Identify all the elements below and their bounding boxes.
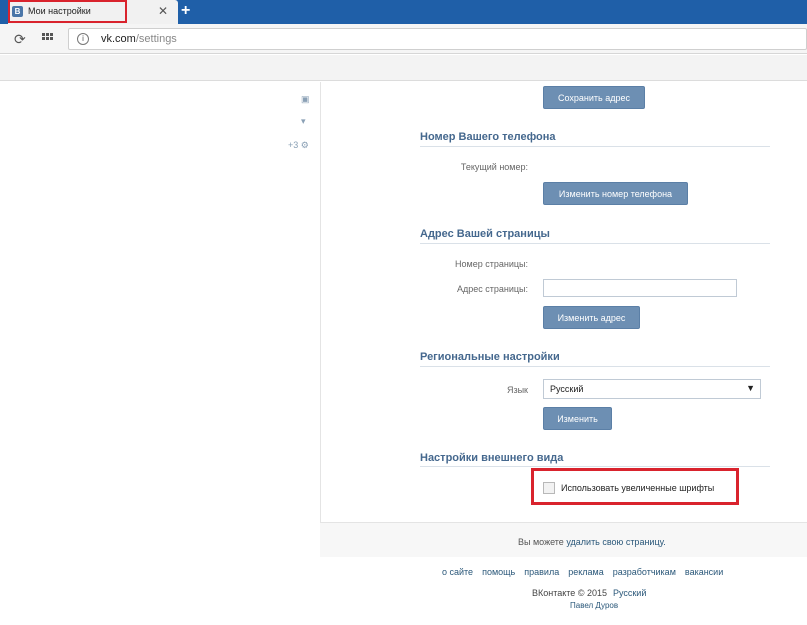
page-address-label: Адрес страницы:: [456, 284, 528, 294]
divider: [420, 243, 770, 244]
change-phone-button[interactable]: Изменить номер телефона: [543, 182, 688, 205]
phone-section-title: Номер Вашего телефона: [420, 131, 556, 143]
browser-tab-bar: В Мои настройки ✕ +: [0, 0, 807, 24]
copyright: ВКонтакте © 2015 Русский: [532, 588, 646, 598]
footer-link-developers[interactable]: разработчикам: [613, 567, 676, 577]
page-header-area: [0, 55, 807, 81]
footer-author-link[interactable]: Павел Дуров: [570, 601, 618, 610]
browser-toolbar: ⟳ i vk.com/settings: [0, 24, 807, 54]
language-label: Язык: [506, 385, 528, 395]
change-language-button[interactable]: Изменить: [543, 407, 612, 430]
regional-section-title: Региональные настройки: [420, 351, 560, 363]
copyright-text: ВКонтакте © 2015: [532, 588, 607, 598]
page-address-section-title: Адрес Вашей страницы: [420, 228, 550, 240]
footer-link-jobs[interactable]: вакансии: [685, 567, 723, 577]
footer-link-ads[interactable]: реклама: [568, 567, 604, 577]
settings-counter[interactable]: +3 ⚙: [288, 140, 309, 151]
settings-gear-icon: ⚙: [300, 140, 309, 150]
current-number-label: Текущий номер:: [460, 162, 528, 172]
close-tab-icon[interactable]: ✕: [158, 4, 168, 18]
new-tab-icon[interactable]: +: [181, 2, 190, 20]
url-host: vk.com: [101, 33, 136, 45]
tab-highlight-frame: [8, 0, 127, 23]
footer-language-link[interactable]: Русский: [613, 588, 646, 598]
divider: [420, 466, 770, 467]
url-text: vk.com/settings: [101, 33, 177, 45]
large-fonts-label[interactable]: Использовать увеличенные шрифты: [561, 483, 714, 493]
large-fonts-checkbox[interactable]: [543, 482, 555, 494]
delete-prefix: Вы можете: [518, 537, 567, 547]
save-address-button[interactable]: Сохранить адрес: [543, 86, 645, 109]
change-address-button[interactable]: Изменить адрес: [543, 306, 640, 329]
dropdown-arrow-icon: ▼: [746, 383, 755, 393]
url-path: /settings: [135, 33, 177, 45]
delete-page-text: Вы можете удалить свою страницу.: [518, 537, 666, 547]
site-info-icon[interactable]: i: [77, 33, 89, 45]
footer-link-rules[interactable]: правила: [524, 567, 559, 577]
language-select[interactable]: Русский ▼: [543, 379, 761, 399]
language-value: Русский: [550, 384, 584, 394]
footer-link-about[interactable]: о сайте: [442, 567, 473, 577]
appearance-section-title: Настройки внешнего вида: [420, 452, 564, 464]
delete-page-link[interactable]: удалить свою страницу.: [566, 537, 665, 547]
apps-grid-icon[interactable]: [42, 33, 54, 45]
counter-text: +3: [288, 140, 299, 150]
left-column: ▣ ▾ +3 ⚙: [0, 82, 320, 557]
page-number-label: Номер страницы:: [455, 259, 528, 269]
divider: [420, 366, 770, 367]
reload-icon[interactable]: ⟳: [14, 31, 26, 48]
page-address-input[interactable]: [543, 279, 737, 297]
footer-link-help[interactable]: помощь: [482, 567, 515, 577]
address-bar[interactable]: i vk.com/settings: [68, 28, 807, 50]
comment-icon[interactable]: ▾: [301, 116, 306, 127]
footer-links: о сайте помощь правила реклама разработчикам…: [442, 567, 732, 577]
divider: [420, 146, 770, 147]
chat-icon[interactable]: ▣: [301, 94, 310, 105]
